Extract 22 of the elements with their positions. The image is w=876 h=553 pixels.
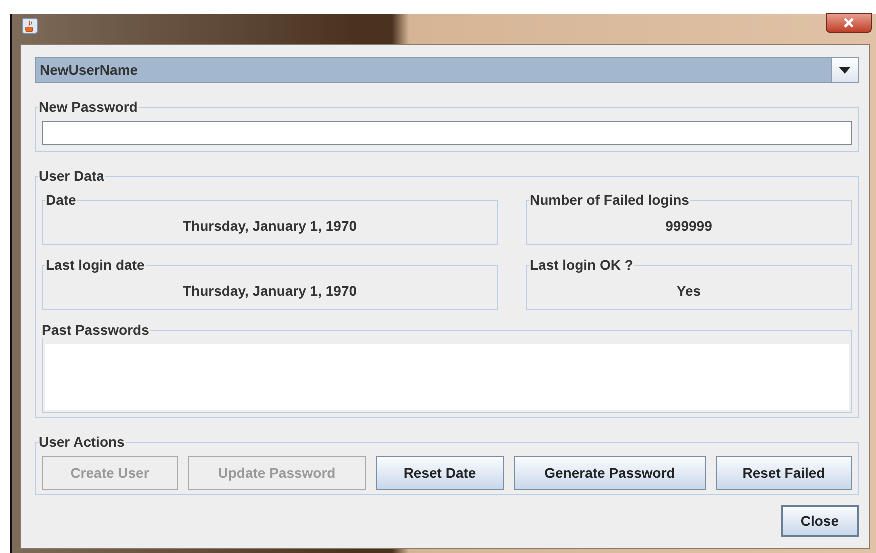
close-button[interactable] xyxy=(826,13,872,33)
field-value: Thursday, January 1, 1970 xyxy=(182,283,358,299)
password-field[interactable] xyxy=(42,121,852,145)
close-button[interactable]: Close xyxy=(780,505,859,537)
field-value: Thursday, January 1, 1970 xyxy=(182,218,358,234)
cup-icon xyxy=(22,18,38,34)
field-title: Date xyxy=(45,192,78,208)
user-dropdown[interactable]: NewUserName xyxy=(35,57,859,83)
action-button[interactable]: Generate Password xyxy=(514,456,706,490)
group-title: User Data xyxy=(38,168,106,184)
action-button[interactable]: Reset Failed xyxy=(716,456,852,490)
group-title: User Actions xyxy=(38,434,126,450)
field-value: 999999 xyxy=(666,218,712,234)
field-title: Last login date xyxy=(45,257,146,273)
group-title: New Password xyxy=(38,99,139,115)
close-icon xyxy=(843,18,855,28)
group-title: Past Passwords xyxy=(41,322,150,338)
field-title: Number of Failed logins xyxy=(529,192,690,208)
field-value: Yes xyxy=(676,283,702,299)
caret-icon xyxy=(839,66,851,74)
field-title: Last login OK ? xyxy=(529,257,634,273)
action-button[interactable]: Reset Date xyxy=(376,456,504,490)
